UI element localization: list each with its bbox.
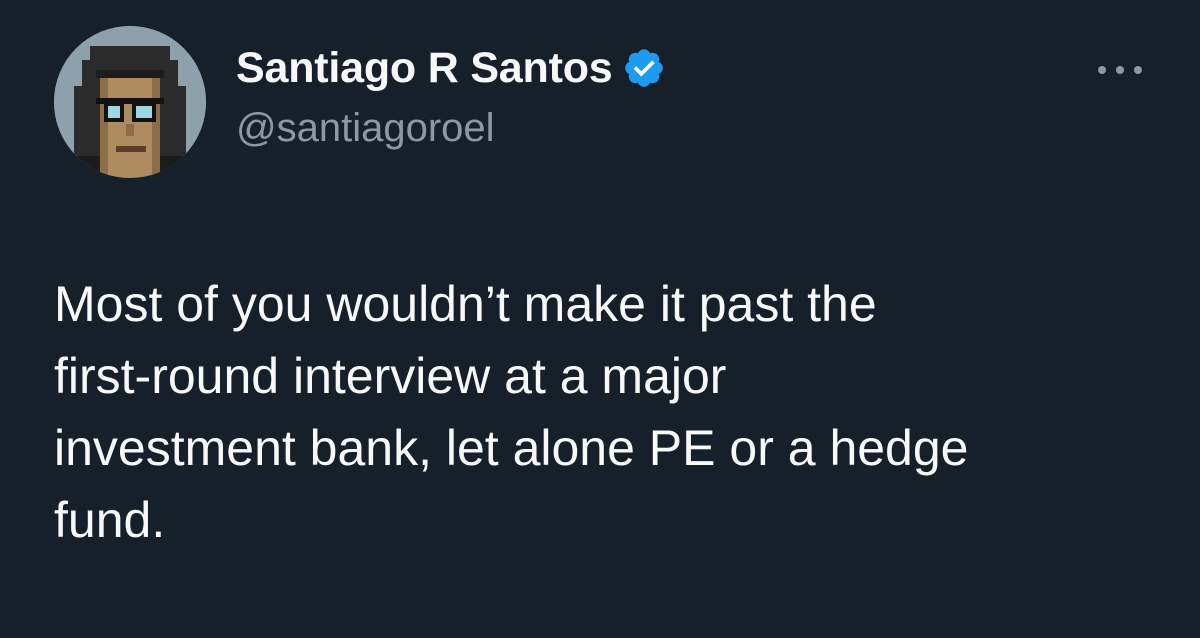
- tweet-card: Santiago R Santos @santiagoroel Most of …: [0, 0, 1200, 638]
- avatar[interactable]: [54, 26, 206, 178]
- more-options-icon[interactable]: [1098, 62, 1142, 78]
- author-display-name[interactable]: Santiago R Santos: [236, 44, 613, 93]
- tweet-text-line: first-round interview at a major: [54, 348, 727, 404]
- more-dot: [1116, 66, 1124, 74]
- author-handle[interactable]: @santiagoroel: [236, 106, 495, 151]
- tweet-text: Most of you wouldn’t make it past the fi…: [54, 268, 1164, 556]
- more-dot: [1098, 66, 1106, 74]
- tweet-text-line: Most of you wouldn’t make it past the: [54, 276, 877, 332]
- author-name-row: Santiago R Santos: [236, 40, 666, 96]
- verified-badge-icon: [625, 49, 664, 87]
- more-dot: [1134, 66, 1142, 74]
- pixel-art-avatar-icon: [54, 26, 206, 178]
- tweet-text-line: investment bank, let alone PE or a hedge: [54, 420, 969, 476]
- tweet-text-line: fund.: [54, 492, 166, 548]
